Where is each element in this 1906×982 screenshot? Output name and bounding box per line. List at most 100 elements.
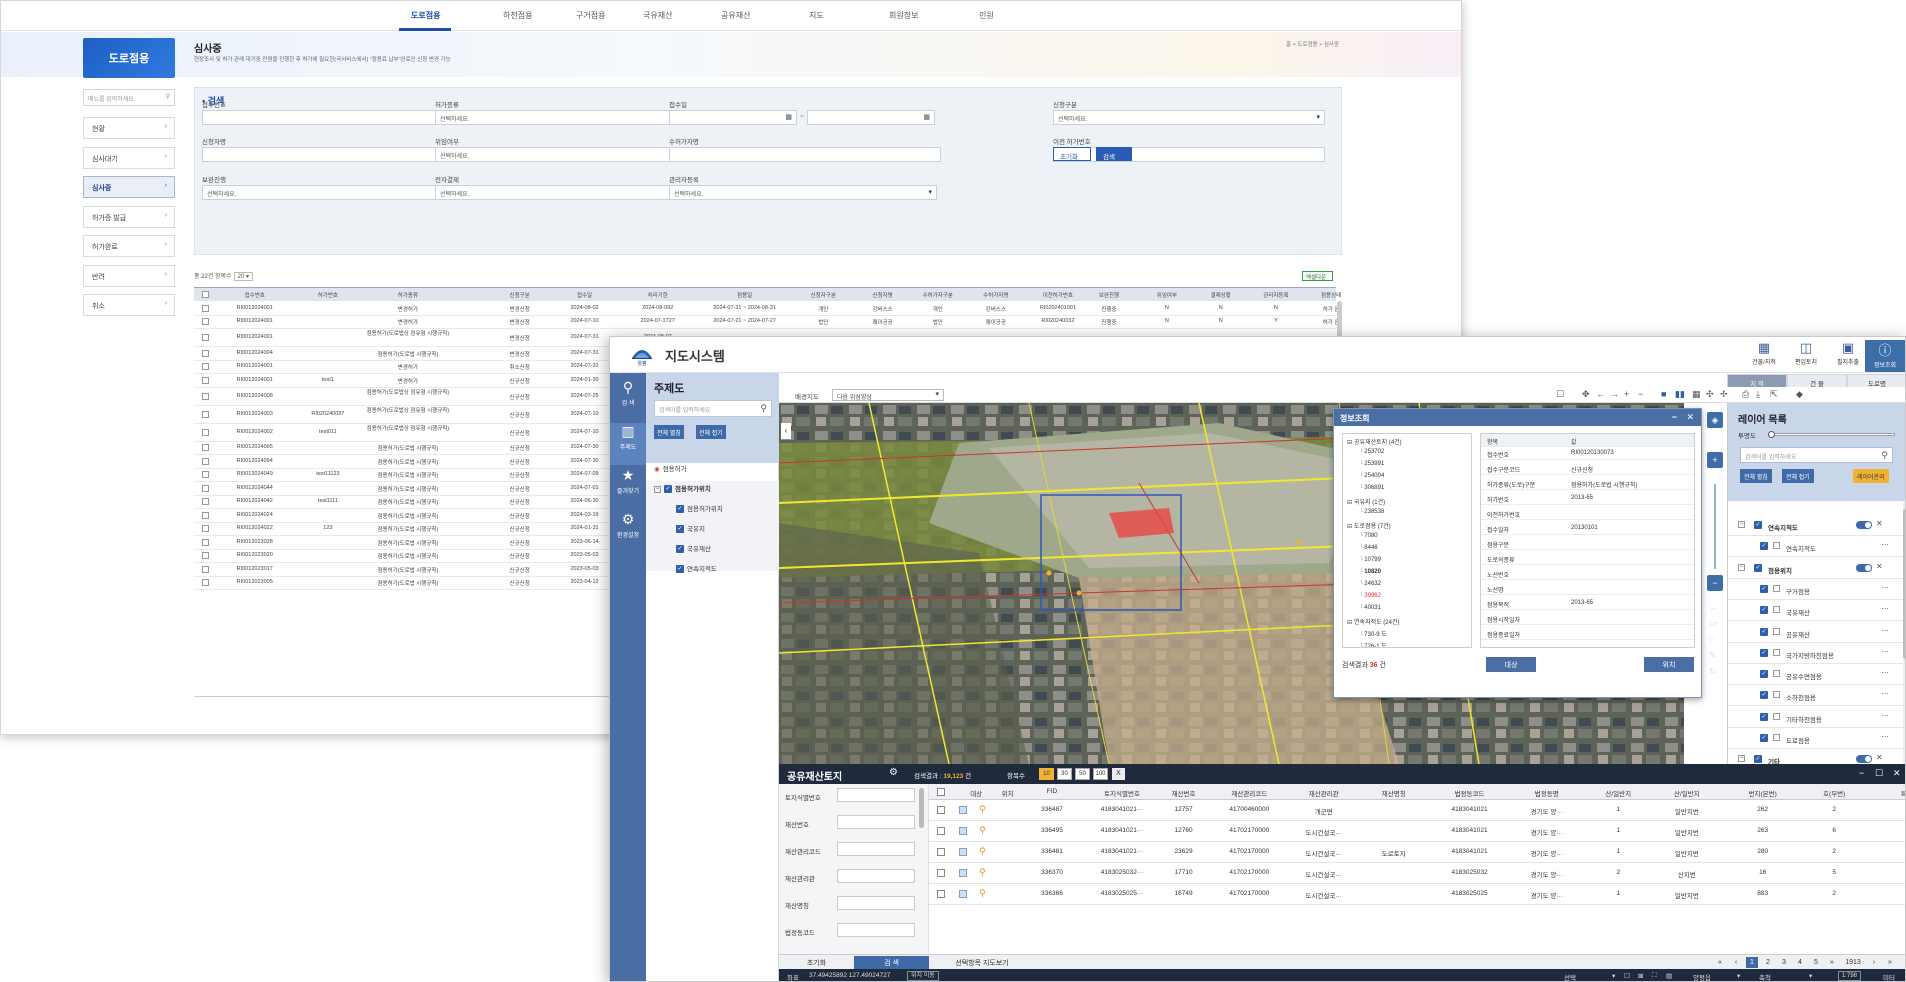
more-icon[interactable]: ⋯ [1881, 668, 1889, 677]
print-icon[interactable]: ⎙ [1742, 389, 1749, 400]
location-pin-icon[interactable]: ⚲ [979, 846, 986, 857]
forward-arrow-icon[interactable]: → [1610, 389, 1619, 399]
reset-button[interactable]: 초기화 [1053, 147, 1091, 161]
expand-toggle[interactable]: − [1738, 563, 1745, 571]
select-rect-icon[interactable]: ☐ [1624, 972, 1630, 980]
share-icon[interactable]: ⇱ [1770, 389, 1778, 400]
top-nav-7[interactable]: 민원 [979, 10, 994, 21]
theme-tree-item[interactable]: ✓ 점용허가위치 [676, 503, 723, 514]
layer-checkbox[interactable]: ✓ [1754, 563, 1762, 572]
layout-split-icon[interactable]: ▮▮ [1675, 389, 1685, 400]
zoom-in-icon[interactable]: + [1624, 389, 1629, 399]
info-tree-item[interactable]: └8446 [1359, 545, 1378, 551]
expand-toggle[interactable]: − [1738, 521, 1745, 528]
info-tree-item[interactable]: └7080 [1359, 533, 1378, 539]
search-input-7[interactable] [1053, 147, 1325, 162]
info-tree-item[interactable]: ⊟ 공유재산토지 (4건) [1347, 437, 1402, 446]
layer-checkbox[interactable]: ✓ [1760, 670, 1768, 679]
grid-row-checkbox[interactable] [937, 827, 945, 835]
info-location-button[interactable]: 위치 [1644, 657, 1694, 672]
row-checkbox[interactable] [202, 565, 209, 573]
date-from-input[interactable]: ▦ [669, 110, 797, 125]
top-nav-1[interactable]: 하천점용 [503, 10, 532, 21]
sub-tab-0[interactable]: 지 적 [1727, 374, 1787, 388]
layer-visibility-toggle[interactable] [1856, 521, 1872, 529]
sidebar-item-5[interactable]: 반려 › [83, 264, 175, 287]
row-checkbox[interactable] [202, 525, 209, 533]
grid-target-icon[interactable] [959, 806, 967, 814]
layer-row[interactable]: ✓ 구거점용 ⋯ [1728, 579, 1903, 600]
row-checkbox[interactable] [202, 457, 209, 465]
theme-expand-all-button[interactable]: 전체 펼침 [654, 425, 684, 439]
theme-tree-item[interactable]: − ✓ 점용허가위치 [654, 483, 711, 494]
info-tree-item[interactable]: └253991 [1359, 461, 1384, 467]
measure-area-icon[interactable]: ▭ [1709, 618, 1718, 629]
zoom-slider[interactable] [1714, 484, 1716, 569]
left-nav-0[interactable]: ⚲ 검 색 [610, 379, 646, 421]
close-icon[interactable]: ✕ [1893, 768, 1901, 779]
layer-visibility-toggle[interactable] [1856, 755, 1872, 764]
filter-input[interactable] [837, 788, 915, 802]
basemap-select[interactable]: 다음 위성영상 ▾ [832, 389, 944, 401]
grid-target-icon[interactable] [959, 890, 967, 898]
filter-input[interactable] [837, 815, 915, 829]
info-tree-item[interactable]: └10820 [1359, 569, 1381, 575]
sub-tab-2[interactable]: 도로명 [1847, 374, 1905, 388]
header-tool-1[interactable]: ◫ 편입토지 [1786, 340, 1826, 372]
info-tree-item[interactable]: └24632 [1359, 581, 1381, 587]
search-select-8[interactable]: 선택하세요.▾ [202, 185, 470, 200]
info-tree-item[interactable]: └730-9 도 [1359, 629, 1387, 638]
search-input-0[interactable] [202, 110, 474, 125]
info-tree-item[interactable]: └238538 [1359, 509, 1384, 515]
more-icon[interactable]: ⋯ [1881, 626, 1889, 635]
layout-single-icon[interactable]: ■ [1661, 389, 1666, 399]
opacity-slider[interactable] [1768, 431, 1895, 438]
row-checkbox[interactable] [202, 579, 209, 587]
panel-collapse-button[interactable]: ‹ [781, 423, 791, 439]
page-size-option-30[interactable]: 30 [1057, 768, 1072, 780]
tree-expand-icon[interactable]: ⊟ [1347, 620, 1352, 626]
maximize-icon[interactable]: ☐ [1875, 768, 1883, 779]
info-tree-item[interactable]: └726-1 도 [1359, 641, 1387, 647]
layer-settings-icon[interactable]: ✕ [1876, 519, 1883, 528]
location-pin-icon[interactable]: ⚲ [979, 867, 986, 878]
grid-row-checkbox[interactable] [937, 806, 945, 814]
table-scrollbar[interactable] [1337, 301, 1342, 341]
layer-checkbox[interactable]: ✓ [676, 505, 684, 514]
row-checkbox[interactable] [202, 349, 209, 357]
tree-expand-icon[interactable]: ⊟ [1347, 524, 1352, 530]
fullscreen-icon[interactable]: ⛶ [1652, 972, 1657, 980]
pan-icon[interactable]: ✥ [1582, 389, 1590, 400]
layer-visibility-toggle[interactable] [1856, 563, 1872, 572]
select-x-icon[interactable]: ⊠ [1638, 972, 1643, 980]
top-nav-5[interactable]: 지도 [809, 10, 824, 21]
calendar-icon[interactable]: ▦ [923, 113, 930, 121]
grid-select-all[interactable] [937, 788, 945, 796]
location-pin-icon[interactable]: ⚲ [979, 825, 986, 836]
expand-toggle[interactable]: − [1738, 755, 1745, 763]
page-size-option-50[interactable]: 50 [1075, 768, 1090, 780]
grid-row[interactable]: ⚲ 336487 4183041021··· 12757 41700460000 개군면 4… [929, 800, 1905, 821]
notification-icon[interactable]: ◆ [1796, 389, 1803, 400]
row-checkbox[interactable] [202, 538, 209, 546]
back-arrow-icon[interactable]: ← [1596, 389, 1605, 399]
top-nav-3[interactable]: 국유재산 [643, 10, 672, 21]
grid-target-icon[interactable] [959, 848, 967, 856]
layer-checkbox[interactable]: ✓ [1760, 712, 1768, 721]
layer-row[interactable]: − ✓ 연속지적도 ✕ [1728, 515, 1903, 536]
page-link-5[interactable]: 4 [1794, 957, 1806, 968]
theme-tree-item[interactable]: ◉ 점용허가 [654, 463, 687, 473]
grid-row[interactable]: ⚲ 336481 4183041021··· 23629 41702170000 도시건설… [929, 842, 1905, 863]
layer-checkbox[interactable]: ✓ [676, 565, 684, 574]
row-checkbox[interactable] [202, 392, 209, 400]
sidebar-item-3[interactable]: 허가증 발급 › [83, 205, 175, 228]
row-checkbox[interactable] [202, 498, 209, 506]
page-link-10[interactable]: » [1884, 957, 1896, 968]
sidebar-search-input[interactable]: 메뉴를 입력하세요. ⚲ [83, 89, 175, 106]
date-to-input[interactable]: ▦ [807, 110, 935, 125]
sub-tab-1[interactable]: 건 물 [1787, 374, 1847, 388]
search-icon[interactable]: ⚲ [760, 403, 767, 414]
page-link-8[interactable]: 1913 [1842, 957, 1864, 968]
layer-checkbox[interactable]: ✓ [1760, 648, 1768, 657]
sidebar-item-1[interactable]: 심사대기 › [83, 146, 175, 169]
